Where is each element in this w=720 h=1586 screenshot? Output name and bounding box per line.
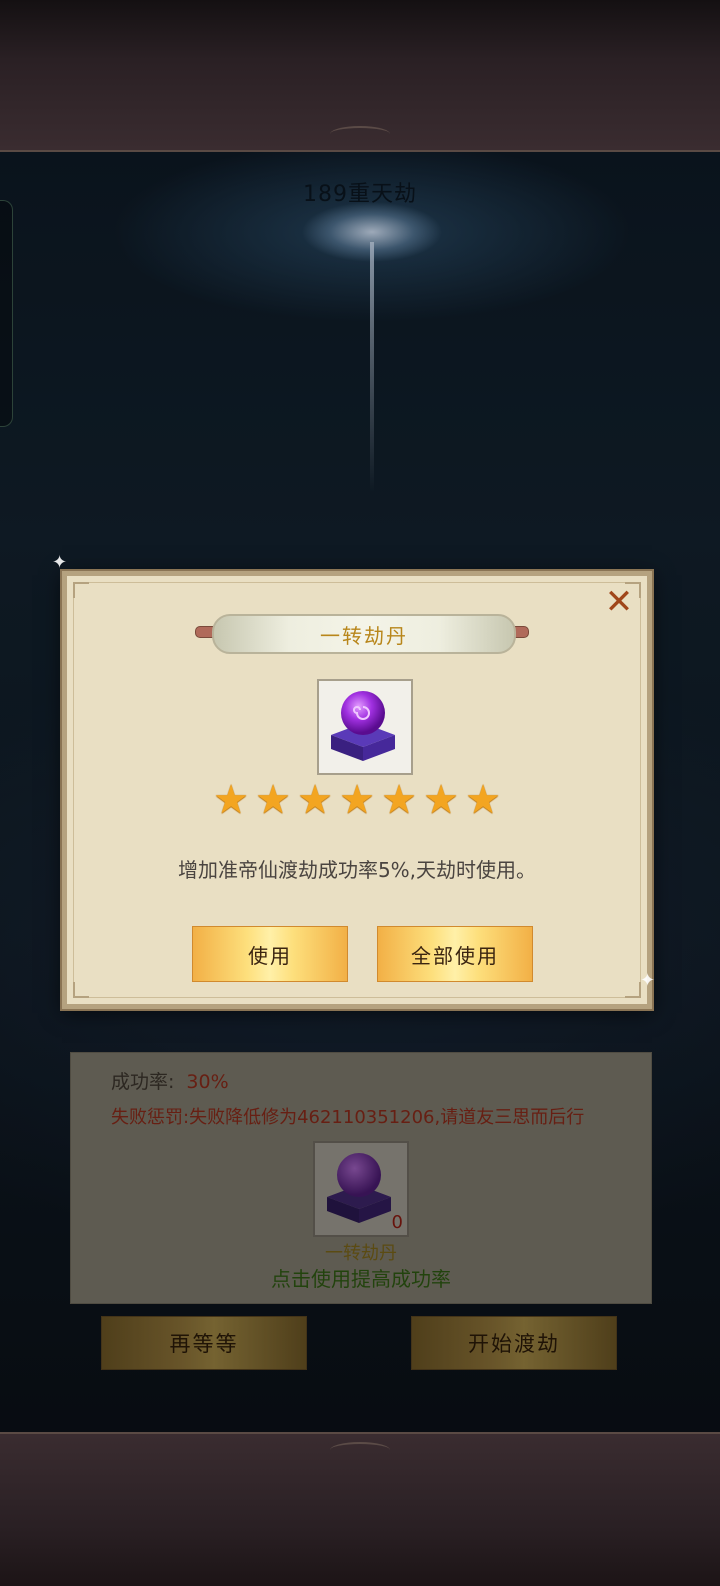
- item-star-rating: ★ ★ ★ ★ ★ ★ ★: [67, 777, 647, 823]
- star-icon: ★: [423, 777, 459, 823]
- star-icon: ★: [339, 777, 375, 823]
- item-icon-slot: [317, 679, 413, 775]
- use-button[interactable]: 使用: [192, 926, 348, 982]
- star-icon: ★: [465, 777, 501, 823]
- star-icon: ★: [255, 777, 291, 823]
- star-icon: ★: [213, 777, 249, 823]
- bottom-bar: [0, 1432, 720, 1586]
- corner-ornament: [73, 582, 89, 598]
- purple-orb-pedestal-icon: [331, 691, 395, 761]
- bottom-bar-ornament: [330, 1442, 390, 1458]
- sparkle-decoration: ✦: [640, 970, 656, 991]
- item-detail-modal: ✕ 一转劫丹 ★ ★ ★ ★ ★ ★ ★ 增加准帝仙渡劫成功率5%,天劫时使用。 使用 全部…: [62, 571, 652, 1009]
- top-bar-ornament: [330, 126, 390, 142]
- star-icon: ★: [381, 777, 417, 823]
- star-icon: ★: [297, 777, 333, 823]
- item-title: 一转劫丹: [320, 623, 408, 648]
- item-title-banner: 一转劫丹: [212, 614, 516, 654]
- use-all-button[interactable]: 全部使用: [377, 926, 533, 982]
- corner-ornament: [625, 982, 641, 998]
- close-icon[interactable]: ✕: [603, 585, 635, 619]
- corner-ornament: [73, 982, 89, 998]
- sparkle-decoration: ✦: [52, 552, 68, 573]
- top-bar: [0, 0, 720, 152]
- item-description: 增加准帝仙渡劫成功率5%,天劫时使用。: [177, 858, 537, 882]
